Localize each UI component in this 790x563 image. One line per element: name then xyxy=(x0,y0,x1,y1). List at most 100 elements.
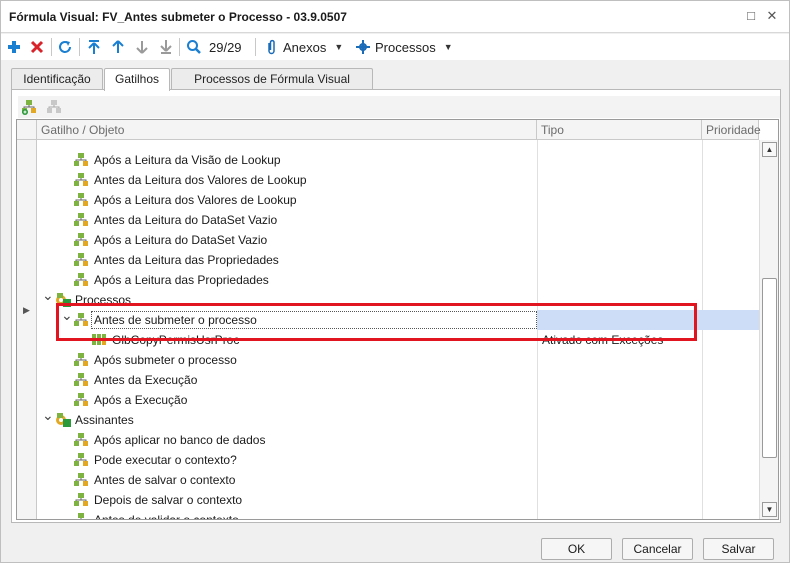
tree-row[interactable]: Antes de salvar o contexto xyxy=(37,470,759,490)
trigger-icon xyxy=(73,252,89,271)
vertical-scrollbar[interactable]: ▲ ▼ xyxy=(759,140,778,519)
previous-record-button[interactable] xyxy=(111,38,125,56)
tree-row[interactable]: Antes da Leitura das Propriedades xyxy=(37,250,759,270)
arrow-down-icon xyxy=(136,41,148,54)
remove-trigger-icon[interactable] xyxy=(46,99,62,118)
tree-row-label: Antes de submeter o processo xyxy=(94,313,257,327)
chevron-down-icon: ▼ xyxy=(334,42,344,52)
first-record-button[interactable] xyxy=(87,38,101,56)
trigger-icon xyxy=(73,272,89,291)
tree-row[interactable]: Antes de validar o contexto xyxy=(37,510,759,520)
gear-icon xyxy=(356,40,370,54)
current-row-indicator-icon: ▶ xyxy=(23,305,30,315)
tree-row-label: Após a Execução xyxy=(94,393,188,407)
tree-row-label: Após submeter o processo xyxy=(94,353,237,367)
column-header-tipo[interactable]: Tipo xyxy=(537,120,702,140)
object-icon xyxy=(91,332,107,351)
search-button[interactable] xyxy=(186,38,202,56)
column-header-gatilho[interactable]: Gatilho / Objeto xyxy=(37,120,537,140)
arrow-last-icon xyxy=(160,40,172,54)
refresh-button[interactable] xyxy=(57,38,73,56)
tree-row-label: Antes da Execução xyxy=(94,373,198,387)
arrow-first-icon xyxy=(88,40,100,54)
next-record-button[interactable] xyxy=(135,38,149,56)
tree-row-label: Antes da Leitura dos Valores de Lookup xyxy=(94,173,307,187)
tab-identificacao[interactable]: Identificação xyxy=(11,68,103,90)
tab-gatilhos[interactable]: Gatilhos xyxy=(104,68,170,91)
trigger-icon xyxy=(73,432,89,451)
processos-label: Processos xyxy=(375,39,436,55)
delete-button[interactable] xyxy=(30,38,44,56)
chevron-down-icon: ▼ xyxy=(443,42,453,52)
toolbar: 29/29 Anexos ▼ Processos ▼ xyxy=(1,34,789,60)
row-indicator-column xyxy=(17,140,37,519)
processos-button[interactable]: Processos ▼ xyxy=(356,38,453,56)
tree-group-row[interactable]: ⌄ Assinantes xyxy=(37,407,759,432)
trigger-icon xyxy=(73,512,89,519)
tree-row-label: Após a Leitura dos Valores de Lookup xyxy=(94,193,297,207)
scroll-up-icon[interactable]: ▲ xyxy=(762,142,777,157)
restore-icon[interactable]: □ xyxy=(743,8,759,24)
scrollbar-thumb[interactable] xyxy=(762,278,777,458)
tree-row[interactable]: Após a Leitura das Propriedades xyxy=(37,270,759,290)
last-record-button[interactable] xyxy=(159,38,173,56)
formula-visual-window: Fórmula Visual: FV_Antes submeter o Proc… xyxy=(0,0,790,563)
tree-row[interactable]: Antes da Execução xyxy=(37,370,759,390)
process-group-icon xyxy=(54,411,72,432)
tree-row-label: GlbCopyPermisUsrProc xyxy=(112,333,240,347)
close-icon[interactable]: ✕ xyxy=(764,8,780,24)
tree-row[interactable]: Pode executar o contexto? xyxy=(37,450,759,470)
tree-row[interactable]: Antes da Leitura dos Valores de Lookup xyxy=(37,170,759,190)
tree-row[interactable]: GlbCopyPermisUsrProc Ativado com Exceções xyxy=(37,330,759,350)
tree-row[interactable]: Após a Leitura do DataSet Vazio xyxy=(37,230,759,250)
trigger-icon xyxy=(73,352,89,371)
tree-group-row[interactable]: ⌄ Processos xyxy=(37,287,759,310)
chevron-down-icon[interactable]: ⌄ xyxy=(61,307,73,324)
trigger-icon xyxy=(73,392,89,411)
trigger-icon xyxy=(73,312,89,331)
scroll-down-icon[interactable]: ▼ xyxy=(762,502,777,517)
tree-row[interactable]: Após a Execução xyxy=(37,390,759,410)
tree-row-label: Depois de salvar o contexto xyxy=(94,493,243,507)
trigger-icon xyxy=(73,372,89,391)
trigger-icon xyxy=(73,212,89,231)
tree-row[interactable]: Antes da Leitura do DataSet Vazio xyxy=(37,210,759,230)
tree-row[interactable]: ⌄ Antes de submeter o processo xyxy=(37,307,759,331)
trigger-icon xyxy=(73,232,89,251)
tree-row-label: Antes de salvar o contexto xyxy=(94,473,236,487)
column-header-prioridade[interactable]: Prioridade xyxy=(702,120,761,140)
plus-icon xyxy=(8,41,20,53)
tree-row[interactable]: Depois de salvar o contexto xyxy=(37,490,759,510)
chevron-down-icon[interactable]: ⌄ xyxy=(42,287,54,304)
trigger-icon xyxy=(73,192,89,211)
add-trigger-icon[interactable] xyxy=(21,99,37,118)
tree-row-label: Após aplicar no banco de dados xyxy=(94,433,266,447)
tree-row-label: Antes de validar o contexto xyxy=(94,513,239,520)
add-button[interactable] xyxy=(7,38,21,56)
tree-row-tipo: Ativado com Exceções xyxy=(542,333,664,347)
grid-toolbar xyxy=(18,96,780,118)
chevron-down-icon[interactable]: ⌄ xyxy=(42,407,54,424)
tree-row-label: Pode executar o contexto? xyxy=(94,453,237,467)
tree-row[interactable]: Após aplicar no banco de dados xyxy=(37,430,759,450)
record-counter-text: 29/29 xyxy=(209,39,242,55)
cancel-button[interactable]: Cancelar xyxy=(622,538,693,560)
tree-row[interactable]: Após a Leitura dos Valores de Lookup xyxy=(37,190,759,210)
save-button[interactable]: Salvar xyxy=(703,538,774,560)
tree-row[interactable]: Após a Leitura da Visão de Lookup xyxy=(37,150,759,170)
trigger-icon xyxy=(73,172,89,191)
tree-row[interactable]: Após submeter o processo xyxy=(37,350,759,370)
search-icon xyxy=(187,40,201,54)
trigger-icon xyxy=(73,152,89,171)
tab-processos-formula-visual[interactable]: Processos de Fórmula Visual xyxy=(171,68,373,90)
grid-header-indicator xyxy=(17,120,37,140)
arrow-up-icon xyxy=(112,40,124,53)
tree-row-label: Após a Leitura do DataSet Vazio xyxy=(94,233,268,247)
record-counter: 29/29 xyxy=(209,38,242,56)
tree-row-label: Após a Leitura da Visão de Lookup xyxy=(94,153,281,167)
trigger-icon xyxy=(73,472,89,491)
triggers-tree-grid: Gatilho / Objeto Tipo Prioridade ▶ Após … xyxy=(16,119,779,520)
ok-button[interactable]: OK xyxy=(541,538,612,560)
trigger-icon xyxy=(73,492,89,511)
anexos-button[interactable]: Anexos ▼ xyxy=(265,38,343,56)
